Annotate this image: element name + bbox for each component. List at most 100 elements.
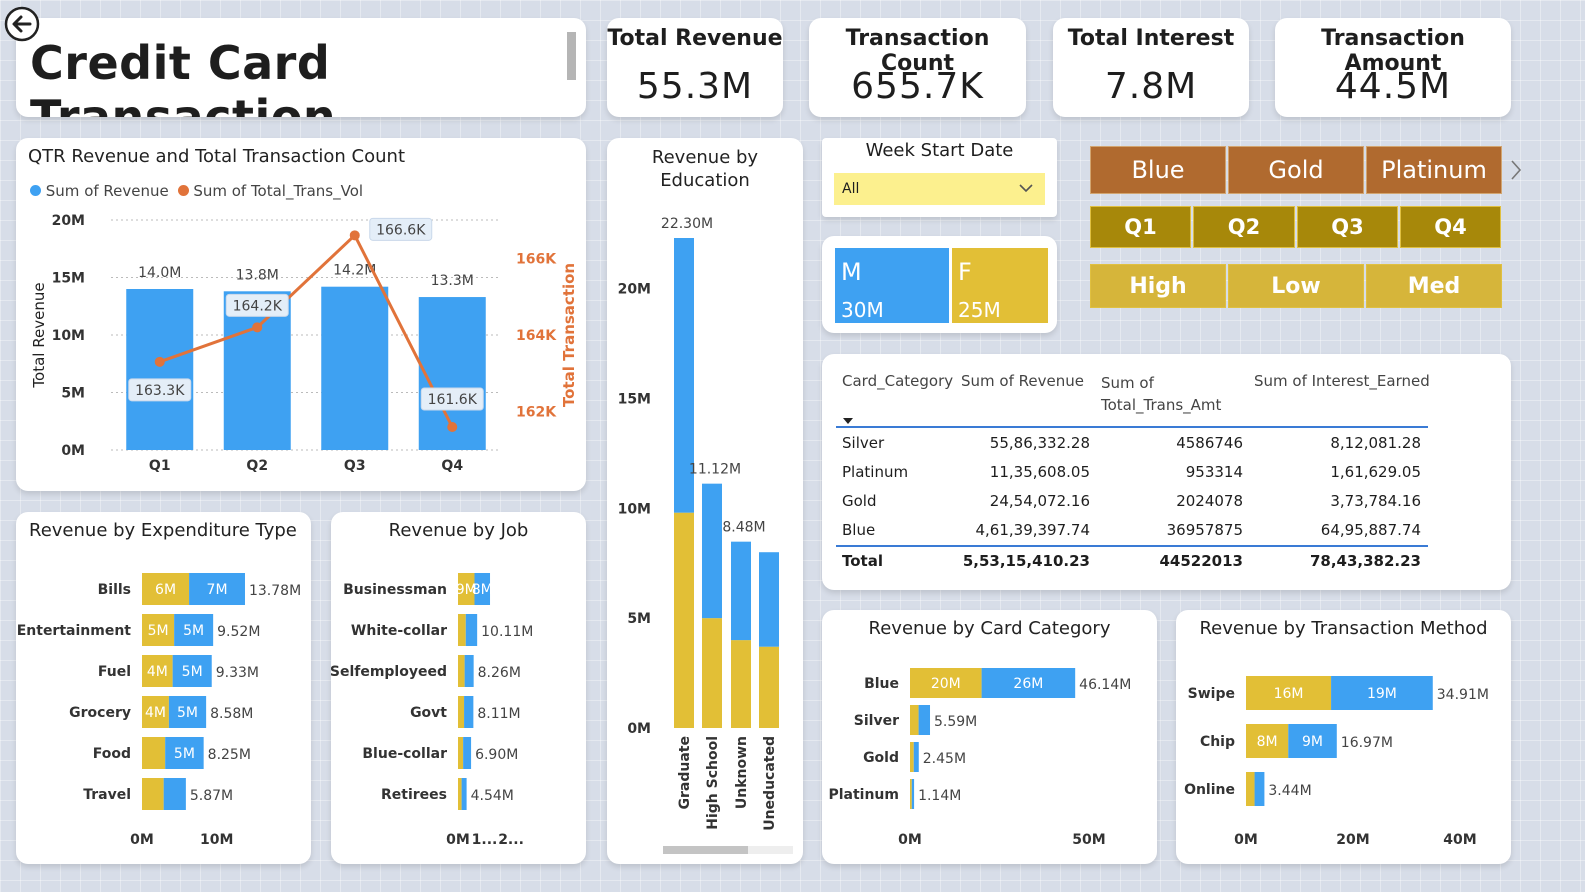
- col-header-trans-amt[interactable]: Sum of Total_Trans_Amt: [1101, 372, 1221, 416]
- job-chart-card: Revenue by Job Businessman 9M 8M White-coll…: [331, 512, 586, 864]
- education-chart-svg[interactable]: 0M 5M 10M 15M 20M 22.30M Graduate 11.12M High Sc…: [607, 138, 803, 864]
- education-bar-gold[interactable]: [674, 512, 694, 728]
- card-category-chart-svg[interactable]: Blue 20M 26M 46.14M Silver 5.59M Gold 2.45M Plat…: [822, 610, 1157, 864]
- bar-blue[interactable]: [1254, 772, 1265, 806]
- bar-gold[interactable]: [910, 779, 912, 809]
- qtr-chart-card: QTR Revenue and Total Transaction Count …: [16, 138, 586, 491]
- chevron-right-icon[interactable]: [1508, 158, 1524, 186]
- slicer-card-blue[interactable]: Blue: [1090, 146, 1226, 194]
- slicer-card-platinum[interactable]: Platinum: [1366, 146, 1502, 194]
- bar-blue[interactable]: [464, 655, 474, 687]
- bar-blue[interactable]: [918, 705, 931, 735]
- line-point[interactable]: [447, 422, 458, 432]
- cell-category: Gold: [842, 492, 877, 510]
- line-point[interactable]: [349, 230, 360, 241]
- gender-tile-f[interactable]: F 25M: [952, 248, 1048, 323]
- qtr-chart-svg[interactable]: 0M 5M 10M 15M 20M 162K 164K 166K Total Revenue To…: [16, 138, 586, 491]
- table-total-row: Total 5,53,15,410.23 44522013 78,43,382.…: [836, 546, 1428, 575]
- method-chart-svg[interactable]: Swipe 16M 19M 34.91M Chip 8M 9M 16.97M Online 3.4…: [1176, 610, 1511, 864]
- y-tick-label: Fuel: [98, 664, 131, 680]
- bar-gold[interactable]: [458, 778, 462, 810]
- bar-gold[interactable]: [142, 778, 164, 810]
- kpi-title: Total Revenue: [607, 26, 783, 51]
- bar-total-label: 5.59M: [934, 714, 977, 730]
- cell-revenue: 4,61,39,397.74: [975, 521, 1090, 539]
- bar-total-label: 46.14M: [1079, 677, 1131, 693]
- method-chart-card: Revenue by Transaction Method Swipe 16M 19…: [1176, 610, 1511, 864]
- table-row[interactable]: Blue 4,61,39,397.74 36957875 64,95,887.7…: [836, 515, 1428, 544]
- table-row[interactable]: Silver 55,86,332.28 4586746 8,12,081.28: [836, 428, 1428, 457]
- bar-blue[interactable]: [464, 696, 474, 728]
- cell-revenue: 24,54,072.16: [989, 492, 1090, 510]
- revenue-bar[interactable]: [126, 289, 194, 450]
- bar-blue[interactable]: [465, 614, 478, 646]
- education-bar-gold[interactable]: [702, 618, 722, 728]
- bar-gold[interactable]: [458, 737, 464, 769]
- bar-gold[interactable]: [458, 655, 465, 687]
- cell-interest: 8,12,081.28: [1330, 434, 1421, 452]
- education-chart-card: Revenue by Education 0M 5M 10M 15M 20M 22.30M…: [607, 138, 803, 864]
- slicer-q2[interactable]: Q2: [1193, 206, 1295, 248]
- slicer-q4[interactable]: Q4: [1400, 206, 1501, 248]
- scrollbar-thumb[interactable]: [663, 846, 748, 854]
- horizontal-scrollbar[interactable]: [663, 846, 793, 854]
- slicer-low[interactable]: Low: [1228, 264, 1364, 308]
- x-tick-label: High School: [705, 736, 721, 830]
- segment-label: 20M: [931, 676, 961, 692]
- revenue-bar[interactable]: [321, 286, 389, 450]
- expenditure-chart-svg[interactable]: Bills 6M 7M 13.78M Entertainment 5M 5M 9.52M Fue…: [16, 512, 311, 864]
- bar-blue[interactable]: [463, 737, 472, 769]
- job-chart-svg[interactable]: Businessman 9M8MWhite-collar 10.11MSelfemp…: [331, 512, 586, 864]
- y-tick-label: Silver: [854, 713, 899, 729]
- col-header-revenue[interactable]: Sum of Revenue: [961, 372, 1084, 390]
- education-bar-gold[interactable]: [759, 646, 779, 728]
- bar-total-label: 16.97M: [1341, 735, 1393, 751]
- gender-label: F: [958, 258, 972, 286]
- gender-tile-m[interactable]: M 30M: [835, 248, 949, 323]
- x-tick-label: 20M: [1336, 832, 1369, 848]
- slicer-high[interactable]: High: [1090, 264, 1226, 308]
- y-tick-label: 15M: [52, 271, 85, 287]
- bar-gold[interactable]: [142, 737, 166, 769]
- bar-gold[interactable]: [910, 742, 914, 772]
- slicer-med[interactable]: Med: [1366, 264, 1502, 308]
- slicer-title: Week Start Date: [865, 140, 1014, 161]
- cell-trans-amt: 953314: [1185, 463, 1243, 481]
- y-tick-label: 20M: [618, 282, 651, 298]
- col-header-card-category[interactable]: Card_Category: [842, 372, 953, 390]
- table-row[interactable]: Gold 24,54,072.16 2024078 3,73,784.16: [836, 486, 1428, 515]
- education-bar-gold[interactable]: [731, 640, 751, 728]
- chevron-down-icon: [1017, 179, 1035, 201]
- header-line: Sum of: [1101, 374, 1154, 392]
- segment-label: 16M: [1274, 686, 1304, 702]
- education-bar-blue[interactable]: [759, 552, 779, 647]
- slicer-q1[interactable]: Q1: [1090, 206, 1191, 248]
- week-dropdown[interactable]: All: [834, 173, 1045, 205]
- bar-blue[interactable]: [163, 778, 186, 810]
- education-bar-blue[interactable]: [702, 483, 722, 619]
- line-point[interactable]: [252, 322, 263, 333]
- line-point[interactable]: [154, 356, 165, 367]
- bar-gold[interactable]: [458, 696, 465, 728]
- x-tick-label: 0M: [446, 832, 470, 848]
- table-body: Silver 55,86,332.28 4586746 8,12,081.28 …: [836, 428, 1428, 578]
- bar-blue[interactable]: [913, 742, 919, 772]
- bar-total-label: 10.11M: [481, 624, 533, 640]
- bar-blue[interactable]: [461, 778, 467, 810]
- bar-gold[interactable]: [458, 614, 466, 646]
- y-tick-label: Retirees: [381, 787, 447, 803]
- table-row[interactable]: Platinum 11,35,608.05 953314 1,61,629.05: [836, 457, 1428, 486]
- bar-blue[interactable]: [911, 779, 915, 809]
- bar-total-label: 4.54M: [471, 788, 514, 804]
- scrollbar-thumb[interactable]: [567, 32, 576, 80]
- segment-label: 7M: [207, 582, 228, 598]
- bar-gold[interactable]: [910, 705, 919, 735]
- slicer-q3[interactable]: Q3: [1297, 206, 1398, 248]
- education-bar-blue[interactable]: [731, 541, 751, 641]
- cell-interest: 1,61,629.05: [1330, 463, 1421, 481]
- x-tick-label: 40M: [1443, 832, 1476, 848]
- slicer-card-gold[interactable]: Gold: [1228, 146, 1364, 194]
- back-arrow-icon[interactable]: [2, 4, 42, 44]
- col-header-interest[interactable]: Sum of Interest_Earned: [1254, 372, 1430, 390]
- bar-gold[interactable]: [1246, 772, 1255, 806]
